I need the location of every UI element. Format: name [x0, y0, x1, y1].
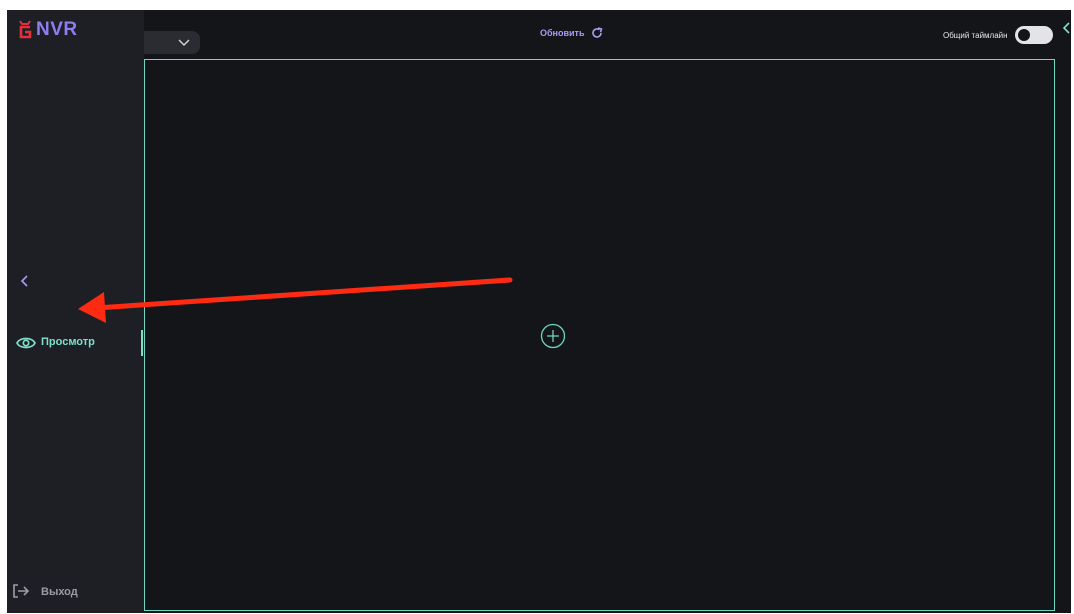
- right-panel-toggle[interactable]: [1061, 18, 1071, 40]
- logo-text: NVR: [36, 19, 78, 40]
- logo[interactable]: NVR: [18, 20, 78, 40]
- nvr-logo-icon: [18, 20, 32, 40]
- refresh-label: Обновить: [540, 28, 585, 38]
- toggle-knob: [1017, 29, 1030, 41]
- sidebar-item-view[interactable]: Просмотр: [7, 330, 144, 356]
- app-window: NVR Просмотр Выход Обновить Общий таймла…: [7, 10, 1071, 613]
- shared-timeline-label: Общий таймлайн: [943, 30, 1008, 40]
- active-indicator: [141, 330, 143, 356]
- eye-icon: [16, 334, 36, 357]
- logout-icon: [12, 583, 30, 604]
- camera-grid-area: [144, 59, 1055, 611]
- add-camera-button[interactable]: [540, 323, 566, 349]
- chevron-left-icon: [20, 275, 28, 287]
- sidebar-collapse-button[interactable]: [17, 273, 33, 289]
- layout-select[interactable]: [144, 31, 200, 54]
- plus-circle-icon: [540, 323, 566, 349]
- refresh-button[interactable]: Обновить: [540, 27, 603, 39]
- logout-button[interactable]: Выход: [7, 580, 144, 602]
- sidebar: NVR Просмотр Выход: [7, 10, 144, 613]
- logout-label: Выход: [41, 586, 78, 598]
- shared-timeline-toggle: Общий таймлайн: [943, 26, 1053, 44]
- refresh-icon: [591, 27, 603, 38]
- sidebar-item-label: Просмотр: [41, 336, 95, 348]
- toggle-switch[interactable]: [1014, 26, 1053, 44]
- chevron-left-icon: [1062, 22, 1070, 34]
- chevron-down-icon: [178, 39, 190, 47]
